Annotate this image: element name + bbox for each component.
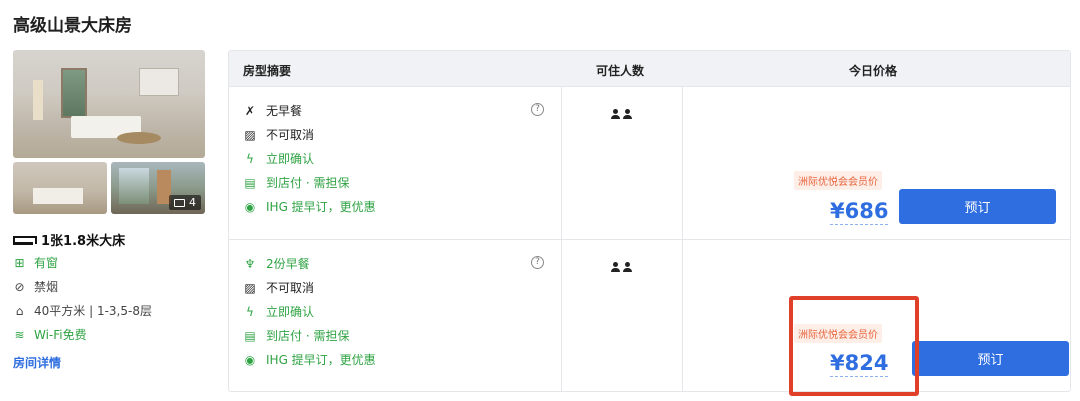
help-icon[interactable]: ? bbox=[531, 256, 544, 269]
option-text: 到店付 · 需担保 bbox=[266, 176, 350, 190]
no-cancel-icon: ▨ bbox=[244, 280, 256, 295]
feature-no-smoking: ⊘ 禁烟 bbox=[13, 278, 58, 295]
guest-count bbox=[611, 262, 632, 272]
wifi-icon: ≋ bbox=[14, 327, 25, 342]
header-price: 今日价格 bbox=[849, 64, 898, 78]
list-item: ϟ 立即确认 bbox=[243, 150, 314, 167]
person-icon bbox=[623, 262, 632, 272]
pay-at-hotel-icon: ▤ bbox=[244, 328, 256, 343]
ihg-icon: ◉ bbox=[244, 199, 256, 214]
room-title: 高级山景大床房 bbox=[13, 16, 132, 36]
person-icon bbox=[611, 109, 620, 119]
bed-label: 1张1.8米大床 bbox=[41, 234, 126, 249]
list-item: ✗ 无早餐 bbox=[243, 102, 302, 119]
table-header: 房型摘要 可住人数 今日价格 bbox=[229, 51, 1070, 87]
list-item: ▨ 不可取消 bbox=[243, 279, 314, 296]
option-text: 立即确认 bbox=[266, 152, 315, 166]
feature-area: ⌂ 40平方米 | 1-3,5-8层 bbox=[13, 302, 152, 319]
list-item: ◉ IHG 提早订，更优惠 bbox=[243, 198, 376, 215]
option-text: 不可取消 bbox=[266, 281, 315, 295]
feature-wifi: ≋ Wi-Fi免费 bbox=[13, 326, 87, 343]
list-item: ▨ 不可取消 bbox=[243, 126, 314, 143]
ihg-icon: ◉ bbox=[244, 352, 256, 367]
list-item: ϟ 立即确认 bbox=[243, 303, 314, 320]
room-details-link[interactable]: 房间详情 bbox=[13, 354, 61, 371]
feature-text: Wi-Fi免费 bbox=[34, 328, 87, 342]
person-icon bbox=[611, 262, 620, 272]
breakfast-icon: ♆ bbox=[244, 256, 256, 271]
option-text: IHG 提早订，更优惠 bbox=[266, 200, 376, 214]
bed-icon bbox=[13, 234, 37, 246]
no-smoking-icon: ⊘ bbox=[14, 279, 25, 294]
lightning-icon: ϟ bbox=[246, 151, 254, 166]
list-item: ▤ 到店付 · 需担保 bbox=[243, 327, 349, 344]
rate-row-2: ♆ 2份早餐 ▨ 不可取消 ϟ 立即确认 ▤ 到店付 · 需担保 ◉ IHG 提早订，更优… bbox=[229, 240, 1070, 391]
list-item: ♆ 2份早餐 bbox=[243, 255, 310, 272]
option-text: 无早餐 bbox=[266, 104, 303, 118]
no-cancel-icon: ▨ bbox=[244, 127, 256, 142]
option-text: IHG 提早订，更优惠 bbox=[266, 353, 376, 367]
header-guests: 可住人数 bbox=[596, 64, 645, 78]
highlight-box bbox=[789, 296, 919, 396]
option-text: 2份早餐 bbox=[266, 257, 310, 271]
image-icon bbox=[174, 198, 185, 207]
person-icon bbox=[623, 109, 632, 119]
option-text: 立即确认 bbox=[266, 305, 315, 319]
no-breakfast-icon: ✗ bbox=[244, 103, 256, 118]
room-thumbnail-2[interactable]: 4 bbox=[111, 162, 205, 214]
lightning-icon: ϟ bbox=[246, 304, 254, 319]
book-button[interactable]: 预订 bbox=[912, 341, 1069, 376]
price: ¥686 bbox=[830, 199, 889, 225]
guest-count bbox=[611, 109, 632, 119]
room-thumbnail-1[interactable] bbox=[13, 162, 107, 214]
option-text: 到店付 · 需担保 bbox=[266, 329, 350, 343]
bed-info: 1张1.8米大床 bbox=[13, 230, 125, 249]
photo-count: 4 bbox=[189, 196, 196, 209]
rate-row-1: ✗ 无早餐 ▨ 不可取消 ϟ 立即确认 ▤ 到店付 · 需担保 ◉ IHG 提早订，更优惠… bbox=[229, 87, 1070, 239]
window-icon: ⊞ bbox=[14, 255, 25, 270]
option-text: 不可取消 bbox=[266, 128, 315, 142]
feature-window: ⊞ 有窗 bbox=[13, 254, 58, 271]
header-summary: 房型摘要 bbox=[243, 64, 292, 78]
list-item: ◉ IHG 提早订，更优惠 bbox=[243, 351, 376, 368]
room-main-photo[interactable] bbox=[13, 50, 205, 158]
book-button[interactable]: 预订 bbox=[899, 189, 1056, 224]
photo-count-badge: 4 bbox=[169, 195, 201, 210]
member-price-label: 洲际优悦会会员价 bbox=[794, 171, 882, 190]
pay-at-hotel-icon: ▤ bbox=[244, 175, 256, 190]
list-item: ▤ 到店付 · 需担保 bbox=[243, 174, 349, 191]
rate-table: 房型摘要 可住人数 今日价格 ✗ 无早餐 ▨ 不可取消 ϟ 立即确认 ▤ 到店付 · 需… bbox=[228, 50, 1071, 392]
area-icon: ⌂ bbox=[15, 303, 24, 318]
feature-text: 有窗 bbox=[34, 256, 59, 270]
help-icon[interactable]: ? bbox=[531, 103, 544, 116]
feature-text: 禁烟 bbox=[34, 280, 59, 294]
feature-text: 40平方米 | 1-3,5-8层 bbox=[34, 304, 152, 318]
